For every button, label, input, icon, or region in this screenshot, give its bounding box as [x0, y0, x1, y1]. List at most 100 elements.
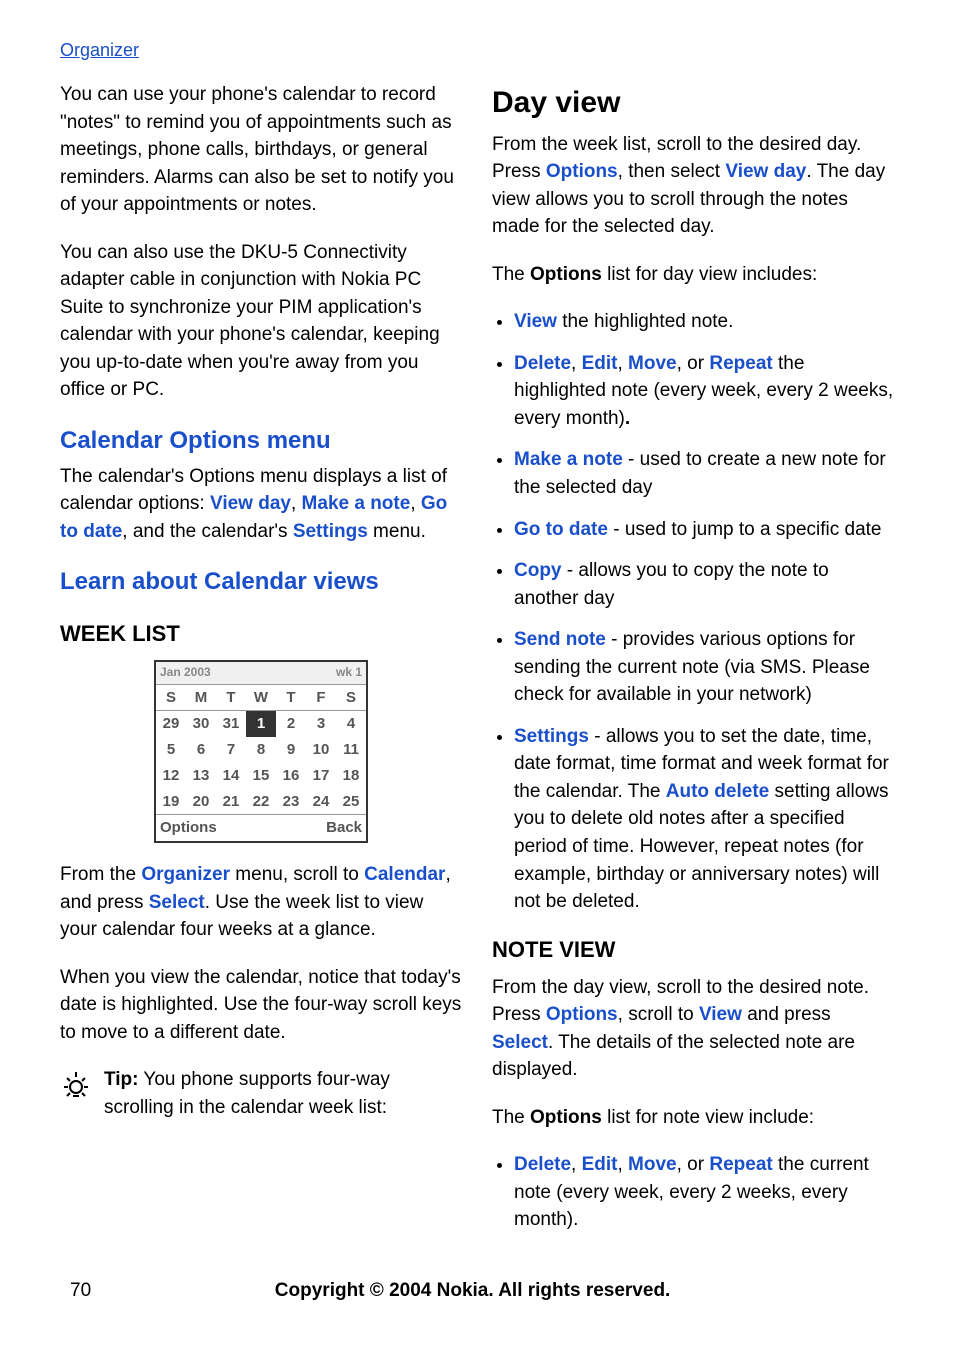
menu-view: View: [699, 1004, 742, 1025]
text: , or: [677, 353, 710, 374]
calendar-cell: 13: [186, 763, 216, 789]
key-options: Options: [546, 161, 618, 182]
section-header: Organizer: [60, 40, 894, 61]
label-options: Options: [530, 264, 602, 285]
calendar-cell: 6: [186, 737, 216, 763]
calendar-cell: 4: [336, 711, 366, 737]
calendar-cell: 20: [186, 789, 216, 815]
menu-view-day: View day: [725, 161, 806, 182]
text: and press: [742, 1004, 831, 1025]
list-item: Delete, Edit, Move, or Repeat the highli…: [514, 350, 894, 433]
text: The: [492, 1107, 530, 1128]
heading-learn-calendar-views: Learn about Calendar views: [60, 565, 462, 600]
option-settings: Settings: [514, 726, 589, 747]
text: , then select: [618, 161, 726, 182]
option-view-day: View day: [210, 493, 291, 514]
calendar-cell: 11: [336, 737, 366, 763]
copyright-text: Copyright © 2004 Nokia. All rights reser…: [91, 1280, 854, 1302]
heading-calendar-options: Calendar Options menu: [60, 424, 462, 459]
option-go-to-date: Go to date: [514, 519, 608, 540]
calendar-cell: 12: [156, 763, 186, 789]
calendar-options-para: The calendar's Options menu displays a l…: [60, 463, 462, 546]
calendar-cell: 29: [156, 711, 186, 737]
note-view-options-intro: The Options list for note view include:: [492, 1104, 894, 1132]
right-column: Day view From the week list, scroll to t…: [492, 81, 894, 1250]
heading-note-view: NOTE VIEW: [492, 934, 894, 966]
key-select: Select: [149, 892, 205, 913]
softkey-back: Back: [326, 817, 362, 839]
day-header: F: [306, 685, 336, 711]
menu-calendar: Calendar: [364, 864, 445, 885]
calendar-cell: 22: [246, 789, 276, 815]
option-delete: Delete: [514, 353, 571, 374]
option-move: Move: [628, 1154, 677, 1175]
option-delete: Delete: [514, 1154, 571, 1175]
option-repeat: Repeat: [709, 353, 772, 374]
day-header: S: [156, 685, 186, 711]
list-item: Copy - allows you to copy the note to an…: [514, 557, 894, 612]
day-view-para-1: From the week list, scroll to the desire…: [492, 131, 894, 241]
text: You phone supports four-way scrolling in…: [104, 1069, 390, 1118]
calendar-cell: 17: [306, 763, 336, 789]
text: , or: [677, 1154, 710, 1175]
text: list for note view include:: [602, 1107, 814, 1128]
calendar-row: 5 6 7 8 9 10 11: [156, 737, 366, 763]
screenshot-week: wk 1: [336, 664, 362, 681]
option-settings: Settings: [293, 521, 368, 542]
option-edit: Edit: [582, 353, 618, 374]
day-header: M: [186, 685, 216, 711]
heading-day-view: Day view: [492, 81, 894, 125]
screenshot-title: Jan 2003: [160, 664, 211, 681]
lightbulb-icon: [60, 1070, 92, 1111]
page-footer: 70 Copyright © 2004 Nokia. All rights re…: [60, 1280, 894, 1302]
calendar-cell: 10: [306, 737, 336, 763]
calendar-days-header: S M T W T F S: [156, 685, 366, 712]
option-copy: Copy: [514, 560, 562, 581]
calendar-cell: 2: [276, 711, 306, 737]
text: list for day view includes:: [602, 264, 817, 285]
day-header: S: [336, 685, 366, 711]
option-view: View: [514, 311, 557, 332]
option-edit: Edit: [582, 1154, 618, 1175]
calendar-cell: 7: [216, 737, 246, 763]
text: , and the calendar's: [122, 521, 293, 542]
calendar-cell: 15: [246, 763, 276, 789]
calendar-cell: 14: [216, 763, 246, 789]
option-make-a-note: Make a note: [302, 493, 411, 514]
page-number: 70: [70, 1280, 91, 1302]
week-list-para-1: From the Organizer menu, scroll to Calen…: [60, 861, 462, 944]
calendar-cell: 16: [276, 763, 306, 789]
menu-organizer: Organizer: [141, 864, 230, 885]
calendar-cell: 21: [216, 789, 246, 815]
calendar-cell: 23: [276, 789, 306, 815]
tip-label: Tip:: [104, 1069, 138, 1090]
list-item: Go to date - used to jump to a specific …: [514, 516, 894, 544]
left-column: You can use your phone's calendar to rec…: [60, 81, 462, 1250]
calendar-cell: 9: [276, 737, 306, 763]
calendar-cell-highlighted: 1: [246, 711, 276, 737]
text: - used to jump to a specific date: [608, 519, 882, 540]
calendar-row: 29 30 31 1 2 3 4: [156, 711, 366, 737]
option-repeat: Repeat: [709, 1154, 772, 1175]
list-item: Delete, Edit, Move, or Repeat the curren…: [514, 1151, 894, 1234]
calendar-cell: 3: [306, 711, 336, 737]
calendar-cell: 8: [246, 737, 276, 763]
text: the highlighted note.: [557, 311, 733, 332]
list-item: Settings - allows you to set the date, t…: [514, 723, 894, 916]
day-view-options-list: View the highlighted note. Delete, Edit,…: [492, 308, 894, 915]
label-options: Options: [530, 1107, 602, 1128]
day-header: T: [276, 685, 306, 711]
text: menu.: [368, 521, 426, 542]
note-view-options-list: Delete, Edit, Move, or Repeat the curren…: [492, 1151, 894, 1234]
calendar-row: 19 20 21 22 23 24 25: [156, 789, 366, 815]
softkey-options: Options: [160, 817, 217, 839]
calendar-cell: 5: [156, 737, 186, 763]
day-header: W: [246, 685, 276, 711]
note-view-para-1: From the day view, scroll to the desired…: [492, 974, 894, 1084]
calendar-cell: 24: [306, 789, 336, 815]
tip-block: Tip: You phone supports four-way scrolli…: [60, 1066, 462, 1121]
heading-week-list: WEEK LIST: [60, 618, 462, 650]
text: - allows you to copy the note to another…: [514, 560, 829, 609]
text: , scroll to: [618, 1004, 699, 1025]
key-options: Options: [546, 1004, 618, 1025]
